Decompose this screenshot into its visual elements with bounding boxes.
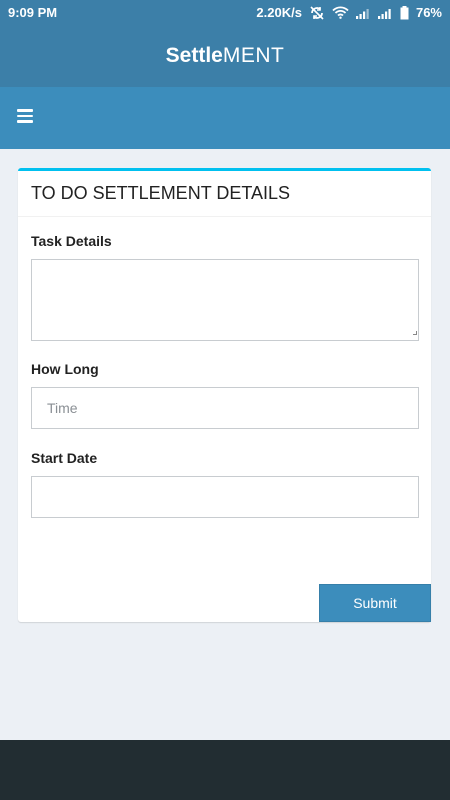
hamburger-menu-icon[interactable] [17,109,33,123]
sync-off-icon [309,5,325,21]
settlement-form-card: TO DO SETTLEMENT DETAILS Task Details Ho… [18,168,431,622]
submit-button[interactable]: Submit [319,584,431,622]
net-speed: 2.20K/s [256,5,302,20]
brand-name-light: MENT [222,44,285,67]
start-date-input[interactable] [31,476,419,518]
wifi-icon [332,6,349,19]
brand-name-bold: Settle [165,44,223,67]
app-header: Settle MENT [0,25,450,87]
footer-bar [0,740,450,800]
signal-icon [377,7,393,19]
card-header: TO DO SETTLEMENT DETAILS [18,171,431,217]
status-time: 9:09 PM [8,5,58,20]
task-details-label: Task Details [31,233,112,249]
how-long-input[interactable] [31,387,419,429]
start-date-label: Start Date [31,450,98,466]
status-icons: 2.20K/s 76% [256,5,442,21]
battery-percent: 76% [415,5,442,20]
card-title: TO DO SETTLEMENT DETAILS [31,183,291,203]
battery-icon [400,5,409,20]
task-details-textarea[interactable] [31,259,419,341]
status-bar: 9:09 PM 2.20K/s 76% [0,0,450,25]
resize-grip-icon[interactable] [413,331,417,335]
signal-icon [355,7,371,19]
nav-bar [0,87,450,149]
how-long-label: How Long [31,361,99,377]
